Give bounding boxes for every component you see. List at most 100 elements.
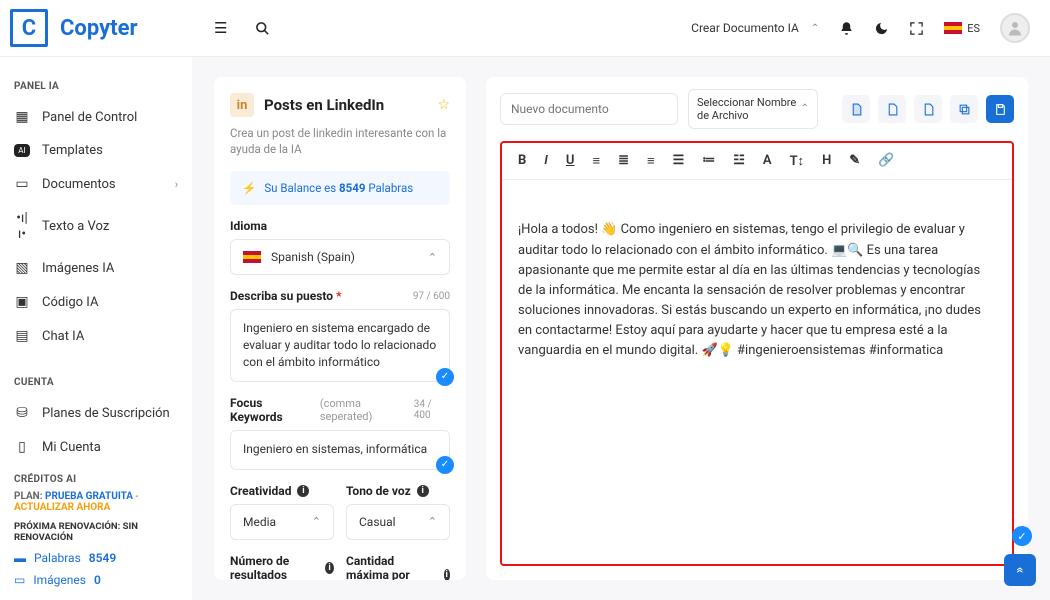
ai-icon: AI: [14, 144, 30, 157]
info-icon[interactable]: i: [325, 562, 334, 574]
copy-button[interactable]: [950, 95, 978, 123]
grid-icon: ▦: [14, 109, 30, 125]
tone-label: Tono de vozi: [346, 484, 450, 498]
sidebar-item-label: Templates: [42, 143, 103, 158]
check-icon: ✓: [436, 456, 454, 474]
info-icon[interactable]: i: [297, 485, 309, 497]
font-icon[interactable]: A: [763, 153, 772, 169]
kw-input[interactable]: Ingeniero en sistemas, informática: [230, 430, 450, 470]
wave-icon: •ı|ı•: [14, 210, 30, 242]
sidebar-item-documentos[interactable]: ▭ Documentos ›: [0, 167, 192, 201]
moon-icon[interactable]: [874, 21, 889, 36]
user-icon: ▯: [14, 439, 30, 455]
search-icon[interactable]: [255, 21, 270, 36]
tone-select[interactable]: Casual ⌃: [346, 504, 450, 540]
sidebar-item-imagenes[interactable]: ▧ Imágenes IA: [0, 251, 192, 285]
sidebar-item-label: Código IA: [42, 295, 98, 310]
plan-icon: ⛁: [14, 405, 30, 421]
topbar: C Copyter ☰ Crear Documento IA ⌃ ES: [0, 0, 1050, 57]
align-left-icon[interactable]: ≡: [592, 153, 600, 169]
info-icon[interactable]: i: [444, 569, 451, 580]
template-title: Posts en LinkedIn: [264, 96, 384, 114]
lang-code: ES: [967, 22, 980, 35]
editor-box: B I U ≡ ≣ ≡ ☰ ≔ ☳ A T↕ H ✎ 🔗 ¡Hola a tod…: [500, 141, 1014, 566]
menu-icon[interactable]: ☰: [214, 19, 227, 37]
desc-label: Describa su puesto* 97 / 600: [230, 289, 450, 303]
check-icon: ✓: [436, 368, 454, 386]
sidebar-item-label: Mi Cuenta: [42, 440, 101, 455]
text-height-icon[interactable]: T↕: [790, 153, 805, 169]
logo-mark: C: [10, 9, 48, 47]
sidebar-item-micuenta[interactable]: ▯ Mi Cuenta: [0, 430, 192, 464]
results-label: Número de resultadosi: [230, 554, 334, 580]
sidebar-item-label: Planes de Suscripción: [42, 406, 170, 421]
upgrade-link[interactable]: ACTUALIZAR AHORA: [14, 502, 110, 513]
sidebar-item-panel-control[interactable]: ▦ Panel de Control: [0, 100, 192, 134]
editor-body[interactable]: ¡Hola a todos! 👋 Como ingeniero en siste…: [502, 180, 1012, 377]
sidebar-item-label: Documentos: [42, 177, 116, 192]
doc-name-input[interactable]: [500, 93, 678, 125]
scroll-top-button[interactable]: «: [1004, 554, 1036, 586]
kw-label: Focus Keywords(comma seperated) 34 / 400: [230, 396, 450, 424]
language-selector[interactable]: ES: [944, 22, 980, 35]
export-txt-button[interactable]: [878, 95, 906, 123]
avatar[interactable]: [1000, 13, 1030, 43]
creativity-label: Creatividadi: [230, 484, 334, 498]
plan-line: PLAN: PRUEBA GRATUITA - ACTUALIZAR AHORA: [14, 491, 178, 513]
creativity-select[interactable]: Media ⌃: [230, 504, 334, 540]
sidebar-item-codigo[interactable]: ▣ Código IA: [0, 285, 192, 319]
info-icon[interactable]: i: [417, 485, 429, 497]
sidebar-item-label: Chat IA: [42, 329, 84, 344]
bell-icon[interactable]: [839, 21, 854, 36]
sidebar-section-panel: PANEL IA: [0, 71, 192, 100]
main: in Posts en LinkedIn ☆ Crea un post de l…: [192, 57, 1050, 600]
plan-name[interactable]: PRUEBA GRATUITA: [45, 491, 133, 502]
chevron-up-icon: ⌃: [811, 23, 819, 34]
words-icon: ▬: [14, 551, 26, 565]
bold-icon[interactable]: B: [518, 153, 526, 169]
underline-icon[interactable]: U: [566, 153, 575, 169]
align-center-icon[interactable]: ≣: [618, 153, 629, 169]
create-doc-ia[interactable]: Crear Documento IA ⌃: [691, 21, 819, 35]
chat-icon: ▤: [14, 328, 30, 344]
code-icon: ▣: [14, 294, 30, 310]
flag-es-icon: [944, 22, 962, 34]
logo[interactable]: C Copyter: [0, 9, 192, 47]
chevron-right-icon: ›: [175, 178, 178, 191]
sidebar-item-planes[interactable]: ⛁ Planes de Suscripción: [0, 396, 192, 430]
balance-pill: ⚡ Su Balance es 8549 Palabras: [230, 171, 450, 205]
highlight-icon[interactable]: ✎: [849, 153, 860, 169]
maxlen-label: Cantidad máxima por resultadoi: [346, 554, 450, 580]
export-pdf-button[interactable]: [914, 95, 942, 123]
lang-select[interactable]: Spanish (Spain) ⌃: [230, 239, 450, 275]
sidebar-item-label: Imágenes IA: [42, 261, 114, 276]
ordered-list-icon[interactable]: ≔: [702, 153, 715, 169]
credits-block: CRÉDITOS AI PLAN: PRUEBA GRATUITA - ACTU…: [0, 464, 192, 597]
desc-textarea[interactable]: Ingeniero en sistema encargado de evalua…: [230, 309, 450, 381]
chevron-up-icon: ⌃: [801, 103, 809, 115]
italic-icon[interactable]: I: [544, 153, 548, 169]
unordered-list-icon[interactable]: ☳: [733, 153, 745, 169]
align-right-icon[interactable]: ≡: [647, 153, 655, 169]
sidebar-section-cuenta: CUENTA: [0, 367, 192, 396]
desc-counter: 97 / 600: [413, 291, 450, 302]
linkedin-badge-icon: in: [230, 93, 254, 117]
lang-value: Spanish (Spain): [271, 250, 355, 264]
sidebar-item-templates[interactable]: AI Templates: [0, 134, 192, 167]
fullscreen-icon[interactable]: [909, 21, 924, 36]
editor-toolbar: B I U ≡ ≣ ≡ ☰ ≔ ☳ A T↕ H ✎ 🔗: [502, 143, 1012, 180]
star-icon[interactable]: ☆: [437, 97, 450, 113]
save-button[interactable]: [986, 95, 1014, 123]
renovation-line: PRÓXIMA RENOVACIÓN: SIN RENOVACIÓN: [14, 521, 178, 543]
sidebar-item-texto-voz[interactable]: •ı|ı• Texto a Voz: [0, 201, 192, 251]
align-justify-icon[interactable]: ☰: [673, 153, 685, 169]
bolt-icon: ⚡: [242, 181, 256, 195]
floating-check-icon: ✓: [1012, 526, 1032, 546]
heading-icon[interactable]: H: [822, 153, 831, 169]
export-word-button[interactable]: [842, 95, 870, 123]
archive-select[interactable]: Seleccionar Nombre de Archivo ⌃: [688, 89, 818, 129]
template-desc: Crea un post de linkedin interesante con…: [230, 125, 450, 157]
images-icon: ▭: [14, 573, 25, 587]
link-icon[interactable]: 🔗: [878, 153, 894, 169]
sidebar-item-chat[interactable]: ▤ Chat IA: [0, 319, 192, 353]
